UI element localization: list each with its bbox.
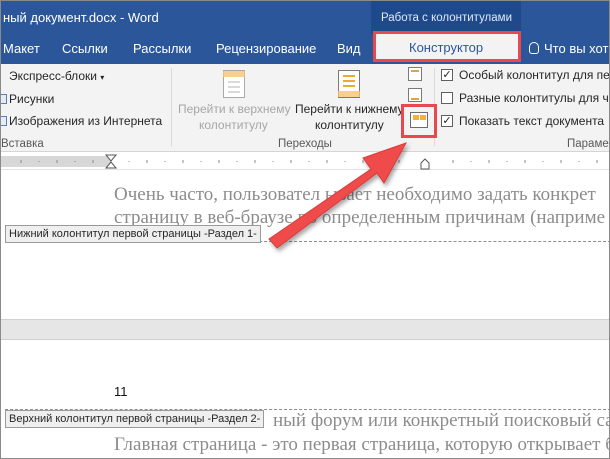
previous-section-icon[interactable]	[408, 67, 422, 81]
tab-view[interactable]: Вид	[337, 41, 361, 56]
goto-header-label-2[interactable]: колонтитулу	[199, 118, 268, 132]
different-first-page-label: Особый колонтитул для пе	[459, 68, 610, 82]
goto-footer-icon	[338, 70, 360, 98]
document-area: Очень часто, пользовател ывает необходим…	[1, 170, 610, 458]
tab-mailings[interactable]: Рассылки	[133, 41, 191, 56]
tell-me-box[interactable]: Что вы хот	[529, 41, 608, 56]
goto-header-icon	[223, 70, 245, 98]
page-break-gap	[1, 319, 609, 340]
contextual-group-label: Работа с колонтитулами	[381, 12, 512, 24]
tab-design-label: Конструктор	[409, 40, 484, 55]
tab-layout[interactable]: Макет	[3, 41, 40, 56]
tab-review[interactable]: Рецензирование	[216, 41, 316, 56]
options-group-label: Параме	[567, 138, 609, 150]
link-to-previous-highlight	[401, 104, 437, 138]
tab-design-active[interactable]: Конструктор	[373, 31, 521, 62]
next-section-icon[interactable]	[408, 88, 422, 102]
word-window: ный документ.docx - Word Работа с колонт…	[0, 0, 610, 459]
pictures-icon	[1, 94, 7, 104]
navigation-group-label: Переходы	[278, 138, 332, 150]
express-blocks-button[interactable]: Экспресс-блоки ▾	[9, 69, 104, 83]
goto-header-label-1[interactable]: Перейти к верхнему	[178, 102, 291, 116]
lightbulb-icon	[529, 42, 539, 54]
body-text-line-4: Главная страница - это первая страница, …	[114, 434, 610, 455]
ruler-ticks	[20, 154, 598, 170]
show-document-text-label: Показать текст документа	[459, 114, 605, 128]
different-odd-even-label: Разные колонтитулы для че	[459, 91, 610, 105]
insert-group-label: Вставка	[1, 138, 44, 150]
horizontal-ruler[interactable]	[1, 153, 609, 170]
show-document-text-checkbox[interactable]: ✓	[441, 115, 453, 127]
first-page-header-tag: Верхний колонтитул первой страницы -Разд…	[5, 410, 265, 428]
goto-footer-label-1[interactable]: Перейти к нижнему	[295, 102, 404, 116]
contextual-tab-group: Работа с колонтитулами	[371, 1, 521, 34]
online-pictures-icon	[1, 116, 7, 126]
dropdown-arrow-icon: ▾	[100, 73, 105, 82]
pictures-button[interactable]: Рисунки	[9, 92, 54, 106]
body-text-line-3: ный форум или конкретный поисковый са	[273, 410, 610, 431]
group-divider	[171, 68, 172, 146]
tell-me-label: Что вы хот	[544, 41, 609, 56]
window-title: ный документ.docx - Word	[3, 10, 159, 25]
different-odd-even-checkbox[interactable]	[441, 92, 453, 104]
express-blocks-label: Экспресс-блоки	[9, 69, 97, 83]
goto-footer-label-2[interactable]: колонтитулу	[315, 118, 384, 132]
title-bar: ный документ.docx - Word Работа с колонт…	[1, 1, 609, 34]
body-text-line-1: Очень часто, пользовател ывает необходим…	[114, 184, 596, 205]
online-pictures-button[interactable]: Изображения из Интернета	[9, 114, 162, 128]
different-first-page-checkbox[interactable]: ✓	[441, 69, 453, 81]
page-number: 11	[114, 384, 128, 399]
ribbon: Экспресс-блоки ▾ Рисунки Изображения из …	[1, 64, 610, 152]
first-page-footer-tag: Нижний колонтитул первой страницы -Разде…	[5, 225, 261, 243]
tab-references[interactable]: Ссылки	[62, 41, 108, 56]
link-to-previous-icon[interactable]	[410, 112, 428, 128]
